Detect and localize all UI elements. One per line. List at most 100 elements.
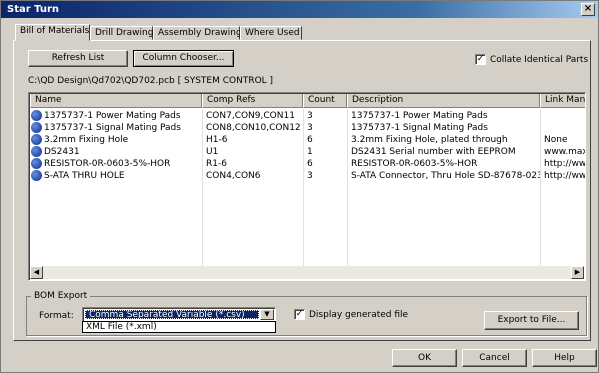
export-to-file-button[interactable]: Export to File... [484, 311, 579, 330]
cell-text: RESISTOR-0R-0603-5%-HOR [351, 159, 478, 169]
chevron-down-icon[interactable]: ▼ [260, 309, 274, 320]
cell-link-manu [540, 122, 585, 134]
column-header-count[interactable]: Count [303, 94, 347, 108]
table-row[interactable]: 1375737-1 Signal Mating Pads CON8,CON10,C… [30, 122, 585, 134]
scroll-right-button[interactable]: ▶ [571, 266, 584, 279]
cell-text: 3.2mm Fixing Hole [44, 135, 129, 145]
cell-comp-refs: H1-6 [202, 134, 303, 146]
cell-name: 3.2mm Fixing Hole [30, 134, 202, 146]
cell-text: None [544, 135, 568, 145]
cell-text: 1375737-1 Signal Mating Pads [44, 123, 181, 133]
column-chooser-button[interactable]: Column Chooser... [133, 50, 234, 67]
cell-text: 1375737-1 Power Mating Pads [351, 111, 488, 121]
part-icon [31, 146, 42, 157]
cell-name: DS2431 [30, 146, 202, 158]
close-button[interactable]: × [581, 3, 595, 16]
cell-link-manu: www.max [540, 146, 585, 158]
cell-text: http://ww [544, 171, 586, 181]
cell-text: R1-6 [206, 159, 227, 169]
cell-text: http://ww [544, 159, 586, 169]
cell-text: DS2431 [44, 147, 80, 157]
cell-text: CON7,CON9,CON11 [206, 111, 295, 121]
cell-name: 1375737-1 Signal Mating Pads [30, 122, 202, 134]
cell-text: RESISTOR-0R-0603-5%-HOR [44, 159, 171, 169]
cell-text: 3 [307, 123, 313, 133]
cell-name: RESISTOR-0R-0603-5%-HOR [30, 158, 202, 170]
cell-text: 1375737-1 Signal Mating Pads [351, 123, 488, 133]
column-header-name[interactable]: Name [30, 94, 202, 108]
collate-checkbox[interactable]: ✓ [475, 54, 486, 65]
tab-drill-drawing[interactable]: Drill Drawing [90, 26, 153, 40]
display-file-checkbox[interactable]: ✓ [294, 309, 305, 320]
cell-description: 3.2mm Fixing Hole, plated through [347, 134, 540, 146]
ok-button[interactable]: OK [392, 349, 457, 367]
display-file-label: Display generated file [309, 310, 409, 320]
cell-text: CON4,CON6 [206, 171, 261, 181]
cell-count: 6 [303, 158, 347, 170]
cell-description: DS2431 Serial number with EEPROM [347, 146, 540, 158]
cell-link-manu [540, 110, 585, 122]
cell-link-manu: None [540, 134, 585, 146]
refresh-list-button[interactable]: Refresh List [28, 50, 128, 67]
scroll-left-button[interactable]: ◀ [30, 266, 43, 279]
bom-export-title: BOM Export [31, 291, 91, 301]
bom-list[interactable]: Name Comp Refs Count Description Link Ma… [28, 92, 586, 281]
cancel-button[interactable]: Cancel [462, 349, 527, 367]
design-path: C:\QD Design\Qd702\QD702.pcb [ SYSTEM CO… [28, 76, 274, 86]
cell-comp-refs: CON8,CON10,CON12 [202, 122, 303, 134]
format-option-xml[interactable]: XML File (*.xml) [82, 321, 276, 333]
part-icon [31, 134, 42, 145]
cell-comp-refs: CON7,CON9,CON11 [202, 110, 303, 122]
part-icon [31, 158, 42, 169]
table-row[interactable]: RESISTOR-0R-0603-5%-HOR R1-6 6 RESISTOR-0R-… [30, 158, 586, 170]
tab-where-used[interactable]: Where Used [240, 26, 302, 40]
cell-text: S-ATA Connector, Thru Hole SD-87678-023 [351, 171, 540, 181]
cell-description: 1375737-1 Signal Mating Pads [347, 122, 540, 134]
cell-description: S-ATA Connector, Thru Hole SD-87678-023 [347, 170, 540, 182]
cell-text: H1-6 [206, 135, 228, 145]
cell-text: 1375737-1 Power Mating Pads [44, 111, 181, 121]
tab-bill-of-materials[interactable]: Bill of Materials [15, 24, 90, 41]
cell-link-manu: http://ww [540, 158, 586, 170]
part-icon [31, 110, 42, 121]
part-icon [31, 170, 42, 181]
column-header-description[interactable]: Description [347, 94, 540, 108]
column-header-comp-refs[interactable]: Comp Refs [202, 94, 303, 108]
cell-count: 1 [303, 146, 347, 158]
cell-text: 3 [307, 171, 313, 181]
collate-label: Collate Identical Parts [490, 55, 589, 65]
table-row[interactable]: DS2431 U1 1 DS2431 Serial number with EEPRO… [30, 146, 585, 158]
help-button[interactable]: Help [532, 349, 597, 367]
cell-text: 1 [307, 147, 313, 157]
cell-text: S-ATA THRU HOLE [44, 171, 125, 181]
cell-comp-refs: R1-6 [202, 158, 303, 170]
cell-name: 1375737-1 Power Mating Pads [30, 110, 202, 122]
cell-name: S-ATA THRU HOLE [30, 170, 202, 182]
horizontal-scrollbar[interactable]: ◀ ▶ [30, 266, 584, 279]
cell-text: 3.2mm Fixing Hole, plated through [351, 135, 508, 145]
table-row[interactable]: 1375737-1 Power Mating Pads CON7,CON9,CON… [30, 110, 585, 122]
cell-text: DS2431 Serial number with EEPROM [351, 147, 516, 157]
format-select[interactable]: Comma Separated Variable (*.csv) ▼ [82, 307, 276, 322]
window-title: Star Turn [7, 4, 60, 15]
cell-count: 3 [303, 122, 347, 134]
cell-comp-refs: U1 [202, 146, 303, 158]
table-row[interactable]: S-ATA THRU HOLE CON4,CON6 3 S-ATA Connector… [30, 170, 586, 182]
cell-text: 3 [307, 111, 313, 121]
cell-description: 1375737-1 Power Mating Pads [347, 110, 540, 122]
cell-text: 6 [307, 159, 313, 169]
cell-text: 6 [307, 135, 313, 145]
cell-description: RESISTOR-0R-0603-5%-HOR [347, 158, 540, 170]
format-selected-value: Comma Separated Variable (*.csv) [85, 310, 259, 319]
cell-link-manu: http://ww [540, 170, 586, 182]
table-row[interactable]: 3.2mm Fixing Hole H1-6 6 3.2mm Fixing Hole,… [30, 134, 585, 146]
cell-count: 6 [303, 134, 347, 146]
star-turn-dialog: Star Turn × Bill of Materials Drill Draw… [0, 0, 599, 373]
format-label: Format: [39, 311, 74, 321]
cell-text: CON8,CON10,CON12 [206, 123, 301, 133]
cell-count: 3 [303, 110, 347, 122]
cell-text: U1 [206, 147, 219, 157]
part-icon [31, 122, 42, 133]
column-header-link-manu[interactable]: Link Manu [540, 94, 585, 108]
tab-assembly-drawing[interactable]: Assembly Drawing [153, 26, 242, 40]
